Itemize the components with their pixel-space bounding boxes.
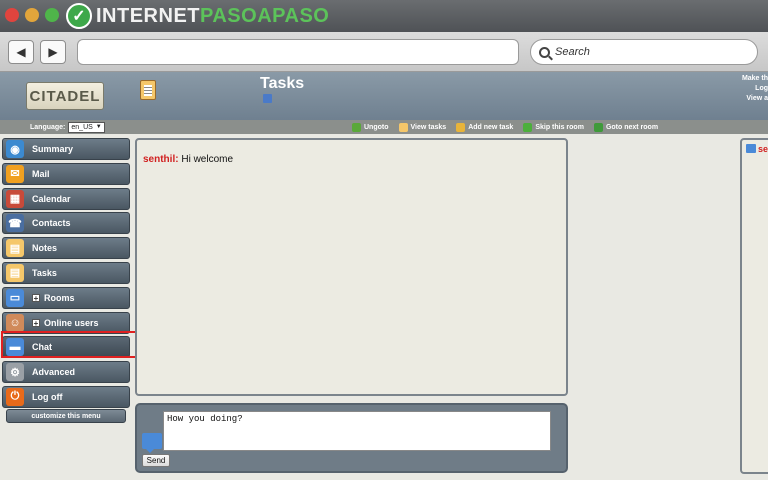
sidebar-item-calendar[interactable]: ▦ Calendar — [2, 187, 130, 210]
pencil-icon — [456, 122, 466, 132]
add-new-task-link[interactable]: Add new task — [456, 122, 513, 132]
room-toolbar: Language: en_US ▼ Ungoto View tasks Add n… — [0, 120, 768, 134]
header-right-link[interactable]: Log — [742, 84, 768, 94]
chat-compose: How you doing? Send — [135, 403, 568, 473]
rss-icon[interactable] — [263, 94, 272, 103]
chat-bubble-icon — [142, 433, 162, 453]
clipboard-icon — [398, 122, 408, 132]
clipboard-icon: ▤ — [6, 263, 24, 282]
sidebar-item-log-off[interactable]: ⏻ Log off — [2, 385, 130, 408]
skip-this-room-link[interactable]: Skip this room — [523, 122, 584, 132]
sidebar-item-tasks[interactable]: ▤ Tasks — [2, 261, 130, 284]
header-right-links: Make th Log View a — [742, 74, 768, 104]
app-header: CITADEL — [0, 72, 768, 120]
online-users-panel: sen — [740, 138, 768, 474]
chat-message-user: senthil: — [143, 154, 179, 165]
power-icon: ⏻ — [6, 387, 24, 406]
arrow-left-icon: ◀ — [16, 45, 26, 59]
address-bar[interactable] — [77, 39, 519, 65]
expand-rooms-icon[interactable]: + — [32, 293, 40, 302]
next-room-icon — [593, 122, 603, 132]
room-actions: Ungoto View tasks Add new task Skip this… — [352, 120, 668, 134]
header-right-link[interactable]: Make th — [742, 74, 768, 84]
search-input[interactable]: Search — [530, 39, 758, 65]
back-button[interactable]: ◀ — [8, 40, 34, 64]
sidebar-item-notes[interactable]: ▤ Notes — [2, 237, 130, 260]
sidebar-item-online-users[interactable]: ☺ + Online users — [2, 311, 130, 334]
language-selector: Language: en_US ▼ — [30, 120, 105, 134]
gear-icon: ⚙ — [6, 363, 24, 382]
chat-message-input[interactable]: How you doing? — [163, 411, 551, 451]
skip-icon — [523, 122, 533, 132]
ungoto-icon — [352, 122, 361, 132]
sidebar-item-rooms[interactable]: ▭ + Rooms — [2, 286, 130, 309]
search-icon — [539, 46, 550, 58]
sidebar-item-mail[interactable]: ✉ Mail — [2, 162, 130, 185]
goto-next-room-link[interactable]: Goto next room — [593, 122, 658, 132]
close-window-button[interactable] — [5, 8, 19, 22]
header-right-link[interactable]: View a — [742, 94, 768, 104]
sidebar-item-chat[interactable]: ▬ Chat — [2, 336, 130, 359]
language-label: Language: — [30, 123, 66, 131]
page-title: Tasks — [260, 75, 305, 92]
sidebar-menu: ◉ Summary ✉ Mail ▦ Calendar ☎ Contacts ▤ Note… — [2, 138, 130, 411]
chat-bubble-icon: ▬ — [6, 338, 24, 357]
customize-menu-button[interactable]: customize this menu — [6, 409, 126, 423]
sidebar-item-summary[interactable]: ◉ Summary — [2, 138, 130, 160]
citadel-logo[interactable]: CITADEL — [26, 82, 104, 110]
expand-online-users-icon[interactable]: + — [32, 318, 40, 327]
sidebar-item-advanced[interactable]: ⚙ Advanced — [2, 361, 130, 384]
ungoto-link[interactable]: Ungoto — [352, 122, 389, 132]
chevron-down-icon: ▼ — [95, 124, 102, 130]
chat-message: senthil: Hi welcome — [143, 154, 560, 165]
chat-bubble-icon — [746, 144, 756, 153]
notepad-icon: ▤ — [6, 239, 24, 258]
maximize-window-button[interactable] — [45, 8, 59, 22]
view-tasks-link[interactable]: View tasks — [398, 122, 446, 132]
forward-button[interactable]: ▶ — [40, 40, 66, 64]
tasks-clipboard-icon — [140, 80, 156, 100]
address-book-icon: ☎ — [6, 214, 24, 233]
send-button[interactable]: Send — [142, 454, 170, 467]
watermark-logo-icon: ✓ — [66, 3, 92, 29]
folder-icon: ▭ — [6, 288, 24, 307]
browser-toolbar: ◀ ▶ Search — [0, 32, 768, 72]
search-placeholder: Search — [555, 46, 590, 58]
chat-message-text: Hi welcome — [181, 154, 234, 165]
browser-titlebar: ✓ INTERNETPASOAPASO — [0, 0, 768, 32]
globe-icon: ◉ — [6, 140, 24, 158]
user-icon: ☺ — [6, 313, 24, 332]
arrow-right-icon: ▶ — [48, 45, 58, 59]
sidebar-item-contacts[interactable]: ☎ Contacts — [2, 212, 130, 235]
envelope-icon: ✉ — [6, 164, 24, 183]
watermark-text: INTERNETPASOAPASO — [96, 4, 330, 27]
watermark-logo: ✓ INTERNETPASOAPASO — [66, 3, 329, 29]
language-select[interactable]: en_US ▼ — [68, 121, 105, 133]
chat-log: senthil: Hi welcome — [135, 138, 568, 396]
calendar-icon: ▦ — [6, 189, 24, 208]
online-user-name[interactable]: sen — [758, 144, 768, 154]
minimize-window-button[interactable] — [25, 8, 39, 22]
